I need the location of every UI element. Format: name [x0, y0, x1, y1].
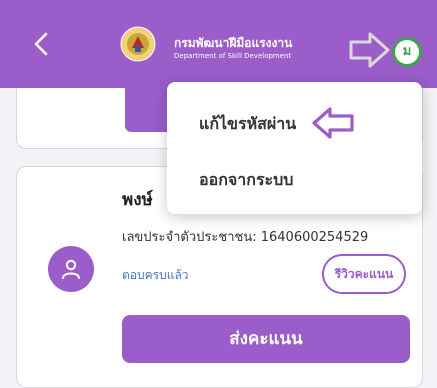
trainee-name: พงษ์	[122, 190, 153, 210]
review-score-button[interactable]: รีวิวคะแนน	[322, 254, 406, 294]
header-title-english: Department of Skill Development	[174, 52, 292, 60]
status-answered-link[interactable]: ตอบครบแล้ว	[122, 266, 189, 285]
send-score-button[interactable]: ส่งคะแนน	[122, 315, 410, 363]
user-dropdown-menu: แก้ไขรหัสผ่าน ออกจากระบบ	[167, 82, 422, 214]
back-chevron-icon[interactable]	[26, 28, 58, 60]
hand-pointer-icon	[349, 32, 390, 68]
menu-item-change-password[interactable]: แก้ไขรหัสผ่าน	[199, 112, 296, 137]
person-icon	[62, 259, 80, 279]
arrow-left-icon	[312, 107, 354, 139]
department-logo-icon	[120, 26, 156, 62]
app-header: กรมพัฒนาฝีมือแรงงาน Department of Skill …	[0, 0, 437, 88]
menu-item-logout[interactable]: ออกจากระบบ	[199, 168, 293, 193]
citizen-id: เลขประจำตัวประชาชน: 1640600254529	[122, 230, 369, 245]
person-avatar	[48, 246, 94, 292]
user-avatar-icon[interactable]: ม	[392, 37, 422, 67]
header-title-thai: กรมพัฒนาฝีมือแรงงาน	[174, 36, 293, 50]
